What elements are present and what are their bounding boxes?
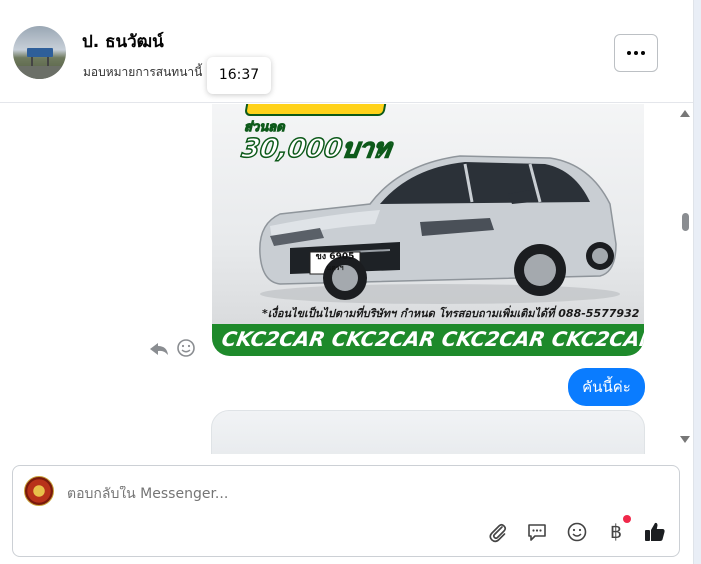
page-avatar [24,476,54,506]
saved-reply-icon[interactable] [525,520,549,544]
avatar-road [13,66,66,79]
like-icon[interactable] [643,520,667,544]
baht-icon[interactable]: ฿ [604,520,628,544]
timestamp-tooltip: 16:37 [207,57,271,94]
promo-disclaimer: *เงื่อนไขเป็นไปตามที่บริษัทฯ กำหนด โทรสอ… [262,307,640,320]
message-thread[interactable]: ส่วนลด 30,000บาท ขง 6905 นครฯ *เงื่อนไขเ… [0,104,693,454]
scrollbar-thumb[interactable] [682,213,689,231]
brand-banner: CKC2CAR CKC2CAR CKC2CAR CKC2CAR CKC2 [212,324,644,356]
contact-avatar[interactable] [13,26,66,79]
contact-name[interactable]: ป. ธนวัฒน์ [82,28,164,55]
car-illustration [259,155,620,304]
more-dots-icon [641,51,645,55]
reply-icon[interactable] [148,337,198,359]
more-dots-icon [627,51,631,55]
messenger-conversation-panel: ป. ธนวัฒน์ มอบหมายการสนทนานี้ 16:37 ส่วน… [0,0,701,564]
composer-toolbar: ฿ [486,515,676,544]
promo-top-banner [244,104,388,116]
image-message-loading[interactable] [211,410,645,454]
plate-province: นครฯ [326,264,344,272]
more-options-button[interactable] [614,34,658,72]
scroll-up-arrow-icon[interactable] [680,110,690,117]
conversation-header: ป. ธนวัฒน์ มอบหมายการสนทนานี้ 16:37 [0,0,693,103]
page-edge [693,0,701,564]
message-actions [148,337,198,359]
avatar-sign [27,48,53,57]
notification-dot [623,515,631,523]
assign-conversation-link[interactable]: มอบหมายการสนทนานี้ [83,63,202,82]
plate-number: ขง 6905 [315,252,355,262]
reply-input[interactable] [67,486,627,502]
scroll-down-arrow-icon[interactable] [680,436,690,443]
more-dots-icon [634,51,638,55]
emoji-icon[interactable] [565,520,589,544]
attach-icon[interactable] [486,520,510,544]
brand-banner-text: CKC2CAR CKC2CAR CKC2CAR CKC2CAR CKC2 [219,327,644,351]
car-image-message[interactable]: ส่วนลด 30,000บาท ขง 6905 นครฯ *เงื่อนไขเ… [212,104,644,356]
license-plate-text: ขง 6905 นครฯ [310,252,360,274]
message-composer: ฿ [12,465,680,557]
sent-message-bubble[interactable]: คันนี้ค่ะ [568,368,645,406]
